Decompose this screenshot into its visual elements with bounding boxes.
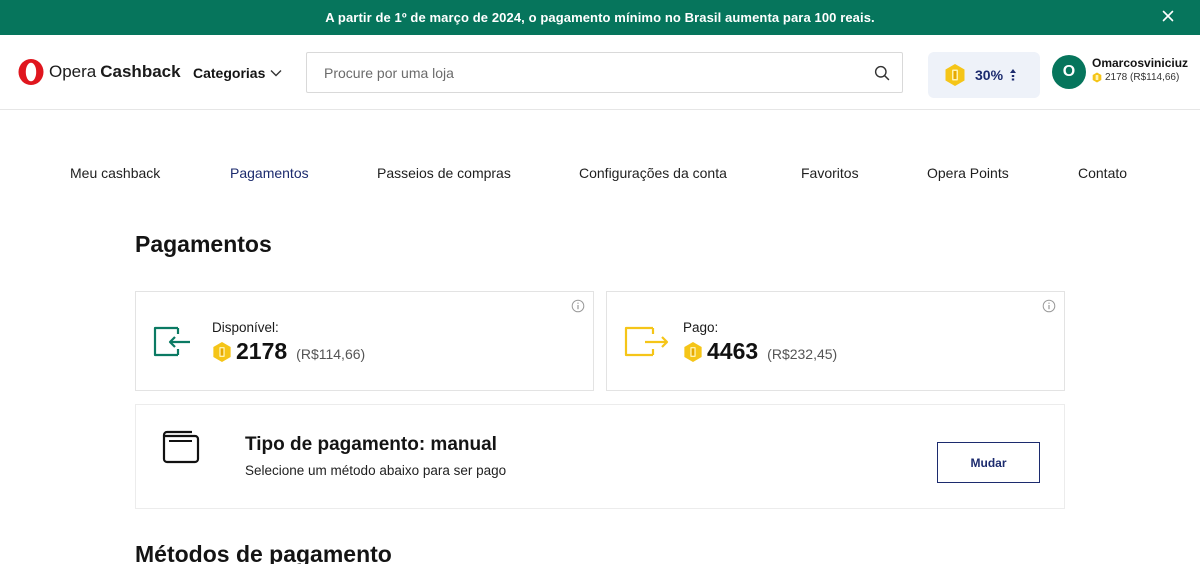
account-tabs: Meu cashback Pagamentos Passeios de comp… (0, 165, 1200, 185)
payment-type-subtitle: Selecione um método abaixo para ser pago (245, 463, 507, 478)
available-value-row: 2178 (R$114,66) (212, 338, 365, 365)
opera-cashback-logo[interactable]: Opera Cashback (17, 58, 181, 86)
paid-label: Pago: (683, 320, 719, 335)
cashback-boost-badge[interactable]: 30% (928, 52, 1040, 98)
available-points: 2178 (236, 338, 288, 364)
available-balance-card: Disponível: 2178 (R$114,66) (135, 291, 594, 391)
search-box (306, 52, 903, 93)
categories-label: Categorias (193, 65, 266, 81)
logo-word-opera: Opera (49, 62, 97, 81)
available-brl: (R$114,66) (296, 345, 366, 362)
categories-dropdown[interactable]: Categorias (193, 65, 282, 81)
wallet-out-icon (624, 326, 669, 357)
logo-text: Opera Cashback (49, 62, 181, 82)
available-label: Disponível: (212, 320, 279, 335)
user-points-text: 2178 (R$114,66) (1105, 72, 1180, 83)
tab-meu-cashback[interactable]: Meu cashback (70, 165, 160, 181)
user-points: 2178 (R$114,66) (1092, 72, 1179, 83)
payment-type-title: Tipo de pagamento: manual (245, 434, 497, 455)
coin-icon (213, 341, 231, 362)
payment-methods-title: Métodos de pagamento (135, 541, 392, 564)
avatar[interactable]: O (1052, 55, 1086, 89)
page-title: Pagamentos (135, 231, 272, 257)
coin-icon (1092, 72, 1102, 83)
header: OperaCashback Categorias 30% O Omarcosvi… (0, 35, 1200, 110)
tab-opera-points[interactable]: Opera Points (927, 165, 1009, 181)
tab-contato[interactable]: Contato (1078, 165, 1127, 181)
coin-icon (684, 341, 702, 362)
arrow-up-icon (1010, 69, 1016, 81)
paid-brl: (R$232,45) (767, 345, 838, 362)
user-name[interactable]: Omarcosviniciuz (1092, 56, 1188, 70)
chevron-down-icon (270, 70, 282, 77)
search-input[interactable] (307, 53, 867, 92)
tab-favoritos[interactable]: Favoritos (801, 165, 859, 181)
close-icon[interactable] (1160, 8, 1176, 24)
info-icon[interactable] (571, 299, 585, 313)
tab-passeios-de-compras[interactable]: Passeios de compras (377, 165, 511, 181)
tab-configuracoes-da-conta[interactable]: Configurações da conta (579, 165, 727, 181)
wallet-in-icon (153, 326, 190, 357)
change-payment-button[interactable]: Mudar (937, 442, 1040, 483)
logo-word-cashback: Cashback (100, 62, 181, 81)
payment-type-card: Tipo de pagamento: manual Selecione um m… (135, 404, 1065, 509)
tab-pagamentos[interactable]: Pagamentos (230, 165, 309, 181)
paid-value-row: 4463 (R$232,45) (683, 338, 837, 365)
announcement-banner: A partir de 1º de março de 2024, o pagam… (0, 0, 1200, 35)
info-icon[interactable] (1042, 299, 1056, 313)
paid-balance-card: Pago: 4463 (R$232,45) (606, 291, 1065, 391)
coin-icon (945, 64, 965, 86)
search-icon[interactable] (874, 65, 890, 81)
paid-points: 4463 (707, 338, 759, 364)
wallet-icon (162, 430, 200, 464)
boost-percent: 30% (975, 67, 1004, 83)
banner-text: A partir de 1º de março de 2024, o pagam… (325, 10, 875, 25)
opera-logo-icon (18, 59, 44, 85)
